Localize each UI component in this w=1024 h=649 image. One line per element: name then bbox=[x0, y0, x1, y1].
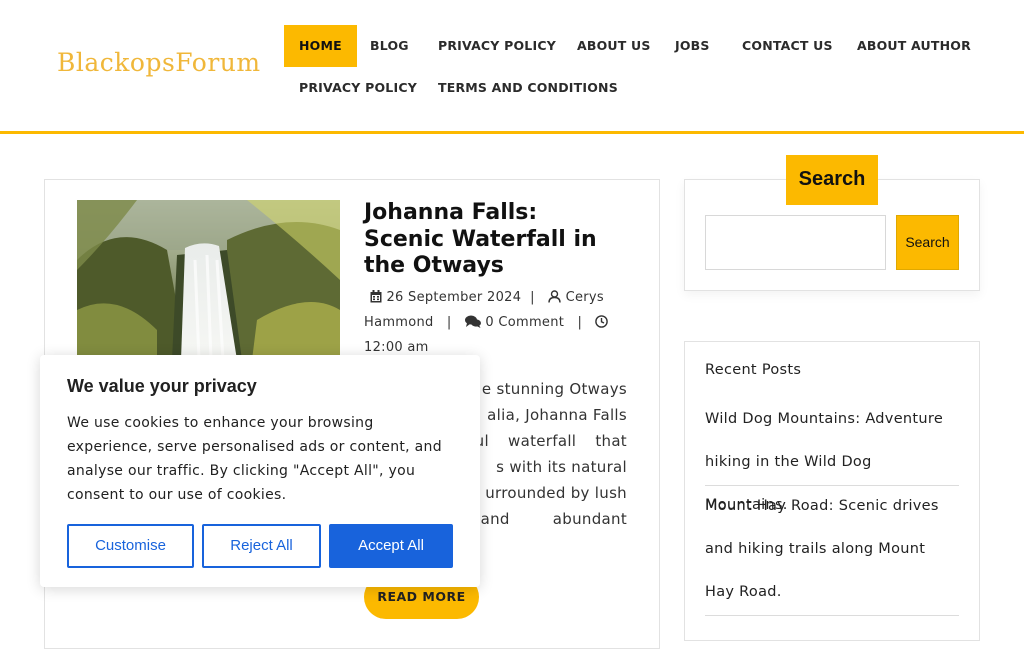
customise-button[interactable]: Customise bbox=[67, 524, 194, 568]
user-icon bbox=[548, 290, 565, 305]
search-button[interactable]: Search bbox=[896, 215, 959, 270]
nav-about-us[interactable]: ABOUT US bbox=[577, 25, 651, 67]
post-author[interactable]: Cerys bbox=[566, 290, 604, 305]
clock-icon bbox=[595, 315, 609, 330]
site-logo[interactable]: BlackopsForum bbox=[57, 48, 261, 77]
post-author-lastname[interactable]: Hammond bbox=[364, 315, 434, 330]
post-time: 12:00 am bbox=[364, 340, 429, 355]
nav-home[interactable]: HOME bbox=[284, 25, 357, 67]
site-header: BlackopsForum HOME BLOG PRIVACY POLICY A… bbox=[0, 0, 1024, 134]
post-meta-line-1: 26 September 2024 | Cerys bbox=[370, 290, 604, 305]
nav-privacy-policy[interactable]: PRIVACY POLICY bbox=[438, 25, 556, 67]
search-widget-title: Search bbox=[786, 155, 878, 205]
nav-contact-us[interactable]: CONTACT US bbox=[742, 25, 833, 67]
waterfall-image bbox=[77, 200, 340, 360]
post-meta-line-2: Hammond | 0 Comment | bbox=[364, 315, 609, 330]
accept-all-button[interactable]: Accept All bbox=[329, 524, 453, 568]
cookie-title: We value your privacy bbox=[67, 376, 257, 396]
nav-about-author[interactable]: ABOUT AUTHOR bbox=[857, 25, 971, 67]
post-date[interactable]: 26 September 2024 bbox=[386, 290, 521, 305]
post-thumbnail[interactable] bbox=[77, 200, 340, 360]
divider bbox=[705, 615, 959, 616]
recent-post-link[interactable]: Mount Hay Road: Scenic drives and hiking… bbox=[705, 485, 959, 614]
meta-separator: | bbox=[438, 315, 461, 330]
nav-terms-and-conditions[interactable]: TERMS AND CONDITIONS bbox=[438, 67, 618, 109]
post-title[interactable]: Johanna Falls: Scenic Waterfall in the O… bbox=[364, 200, 614, 280]
calendar-icon bbox=[370, 290, 386, 305]
nav-privacy-policy-2[interactable]: PRIVACY POLICY bbox=[299, 67, 417, 109]
nav-blog[interactable]: BLOG bbox=[370, 25, 409, 67]
nav-jobs[interactable]: JOBS bbox=[675, 25, 710, 67]
recent-posts-title: Recent Posts bbox=[705, 362, 802, 378]
cookie-description: We use cookies to enhance your browsing … bbox=[67, 415, 442, 503]
meta-separator: | bbox=[525, 290, 544, 305]
cookie-consent-banner: We value your privacy We use cookies to … bbox=[40, 355, 480, 587]
comments-icon bbox=[464, 315, 485, 330]
reject-all-button[interactable]: Reject All bbox=[202, 524, 321, 568]
post-comments[interactable]: 0 Comment bbox=[485, 315, 564, 330]
search-input[interactable] bbox=[705, 215, 886, 270]
meta-separator: | bbox=[568, 315, 592, 330]
